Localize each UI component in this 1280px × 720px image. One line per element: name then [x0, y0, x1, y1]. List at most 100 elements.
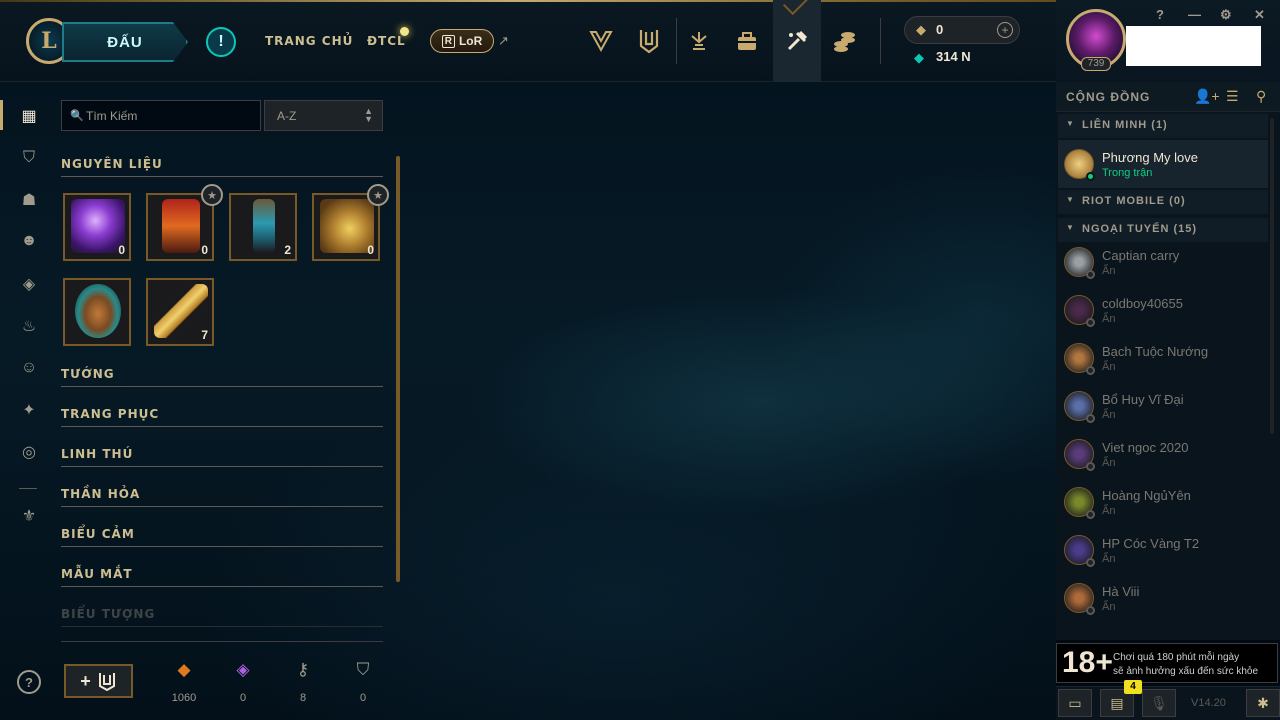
champion-helmet-icon[interactable]: ☗	[16, 187, 42, 213]
key-fragment-icon: ⚷	[296, 660, 310, 679]
collection-icon[interactable]	[632, 24, 666, 58]
loot-count: 0	[118, 243, 125, 257]
chest-icon: ⛉	[356, 660, 370, 679]
nav-home[interactable]: TRANG CHỦ	[265, 34, 353, 48]
section-eye-patterns[interactable]: MẪU MẮT	[61, 567, 383, 587]
friend-item[interactable]: Viet ngoc 2020 Ẩn	[1058, 430, 1268, 478]
section-skins[interactable]: TRANG PHỤC	[61, 407, 383, 427]
settings-gear-icon[interactable]: ⚙	[1220, 7, 1232, 23]
loot-tile-hextech-key[interactable]: 7	[146, 278, 214, 346]
loot-count: 0	[367, 243, 374, 257]
friend-name: Viet ngoc 2020	[1102, 440, 1189, 455]
play-button[interactable]: ĐẤU	[62, 22, 188, 62]
group-header-lol[interactable]: ▼ LIÊN MINH (1)	[1058, 114, 1268, 138]
add-rp-button[interactable]: +	[997, 22, 1013, 38]
section-champions[interactable]: TƯỚNG	[61, 367, 383, 387]
search-input[interactable]	[86, 106, 256, 126]
friend-item[interactable]: Hoàng NgủYên Ẩn	[1058, 478, 1268, 526]
help-icon[interactable]: ?	[1156, 7, 1164, 22]
all-items-grid-icon[interactable]: ▦	[16, 103, 42, 129]
friend-item[interactable]: Bổ Huy Vĩ Đại Ẩn	[1058, 382, 1268, 430]
social-header: CỘNG ĐỒNG 👤+ ☰ ⚲	[1056, 82, 1280, 112]
bug-report-icon[interactable]: ✱	[1246, 689, 1280, 717]
store-coins-icon[interactable]	[828, 24, 862, 58]
friend-item[interactable]: Phương My love Trong trận	[1058, 140, 1268, 188]
inventory-bag-icon[interactable]	[730, 24, 764, 58]
key-fragments: ⚷ 8	[283, 660, 323, 704]
tft-icon[interactable]	[682, 24, 716, 58]
section-icons[interactable]: BIỂU TƯỢNG	[61, 607, 383, 627]
golden-chest-art	[320, 199, 374, 253]
resource-value: 0	[359, 692, 367, 704]
chest-icon	[98, 673, 115, 691]
friend-status: Ẩn	[1102, 361, 1116, 373]
lor-button[interactable]: R LoR	[430, 29, 494, 53]
loot-crafting-icon[interactable]	[773, 0, 821, 82]
age-rating: 18+	[1062, 646, 1113, 679]
client-version: V14.20	[1191, 697, 1226, 709]
profile-icon[interactable]: ◎	[16, 439, 42, 465]
tft-icon[interactable]: ⚜	[16, 503, 42, 529]
emote-icon[interactable]: ☺	[16, 355, 42, 381]
chat-icon[interactable]: ▭	[1058, 689, 1092, 717]
loot-tile-mystery-egg[interactable]	[63, 278, 131, 346]
loot-search[interactable]: 🔍	[61, 100, 261, 131]
status-dot	[1086, 172, 1095, 181]
add-friend-icon[interactable]: 👤+	[1194, 88, 1220, 105]
status-dot	[1086, 270, 1095, 279]
sort-dropdown[interactable]: A-Z ▲ ▼	[264, 100, 383, 131]
worlds-icon[interactable]	[584, 24, 618, 58]
loot-count: 0	[201, 243, 208, 257]
tft-little-legend-icon[interactable]: ✦	[16, 397, 42, 423]
microphone-icon[interactable]: 🎙	[1142, 689, 1176, 717]
list-view-icon[interactable]: ☰	[1226, 88, 1239, 105]
alert-icon[interactable]: !	[206, 27, 236, 57]
craft-chest-button[interactable]: +	[64, 664, 133, 698]
friend-item[interactable]: Bạch Tuộc Nướng Ẩn	[1058, 334, 1268, 382]
friend-name: Hà Viii	[1102, 584, 1140, 599]
friend-status: Ẩn	[1102, 553, 1116, 565]
chest-icon[interactable]: ⛉	[16, 145, 42, 171]
friend-name: HP Cóc Vàng T2	[1102, 536, 1200, 551]
ward-icon[interactable]: ◈	[16, 271, 42, 297]
chests: ⛉ 0	[343, 660, 383, 704]
friend-status: Trong trận	[1102, 167, 1153, 179]
group-label: NGOẠI TUYẾN (15)	[1082, 223, 1198, 235]
key-art	[154, 284, 208, 338]
minimize-icon[interactable]: —	[1188, 7, 1201, 22]
friend-name: Hoàng NgủYên	[1102, 488, 1191, 503]
friend-item[interactable]: Captian carry Ẩn	[1058, 238, 1268, 286]
help-icon[interactable]: ?	[17, 670, 41, 694]
loot-tile-lantern[interactable]: 2	[229, 193, 297, 261]
search-icon[interactable]: ⚲	[1256, 88, 1266, 105]
friend-item[interactable]: coldboy40655 Ẩn	[1058, 286, 1268, 334]
loot-tile-purple-gem[interactable]: 0	[63, 193, 131, 261]
lantern-art	[253, 199, 275, 253]
chevron-down-icon: ▼	[1066, 195, 1075, 204]
friend-status: Ẩn	[1102, 409, 1116, 421]
friend-item[interactable]: Hà Viii Ẩn	[1058, 574, 1268, 622]
orange-essence: ◆ 1060	[164, 660, 204, 704]
external-link-icon: ↗	[498, 33, 509, 48]
friend-item[interactable]: HP Cóc Vàng T2 Ẩn	[1058, 526, 1268, 574]
close-icon[interactable]: ✕	[1254, 7, 1265, 23]
nav-tft[interactable]: ĐTCL	[367, 34, 406, 48]
summoner-name-redacted	[1126, 26, 1261, 66]
section-materials[interactable]: NGUYÊN LIỆU	[61, 157, 383, 177]
gem-art	[71, 199, 125, 253]
loot-scrollbar[interactable]	[396, 156, 400, 582]
rail-divider	[19, 488, 37, 489]
social-title: CỘNG ĐỒNG	[1066, 90, 1151, 104]
group-header-riot-mobile[interactable]: ▼ RIOT MOBILE (0)	[1058, 190, 1268, 214]
status-dot	[1086, 606, 1095, 615]
summoner-icon-flame[interactable]: ♨	[16, 313, 42, 339]
section-emotes[interactable]: BIỂU CẢM	[61, 527, 383, 547]
rp-value: 0	[936, 22, 944, 37]
loot-count: 7	[201, 328, 208, 342]
plus-icon: +	[80, 670, 91, 691]
friend-list-scrollbar[interactable]	[1270, 118, 1274, 434]
section-wards[interactable]: THẦN HỎA	[61, 487, 383, 507]
section-pets[interactable]: LINH THÚ	[61, 447, 383, 467]
skin-mask-icon[interactable]: ☻	[16, 228, 42, 254]
friend-status: Ẩn	[1102, 601, 1116, 613]
